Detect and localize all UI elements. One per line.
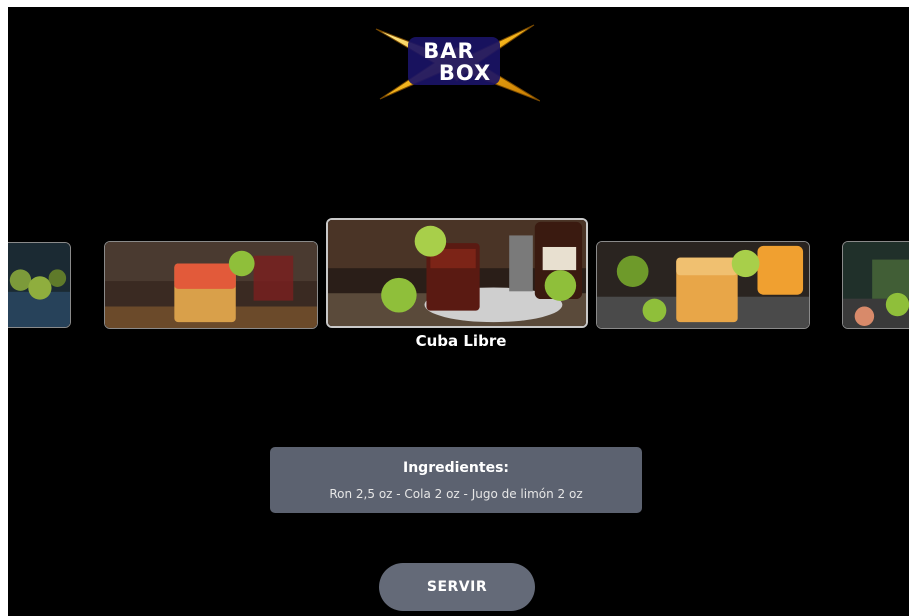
ingredients-list: Ron 2,5 oz - Cola 2 oz - Jugo de limón 2…: [329, 487, 583, 501]
drink-card-right[interactable]: [596, 241, 810, 329]
drink-photo-sunrise: [105, 242, 317, 328]
ingredients-title: Ingredientes:: [403, 460, 509, 476]
drink-photo-cuba-libre: [328, 220, 586, 326]
logo-text-bar: BAR: [423, 39, 475, 63]
serve-button[interactable]: SERVIR: [379, 563, 535, 611]
drink-card-far-left[interactable]: [8, 242, 71, 328]
drink-photo-orange: [597, 242, 809, 328]
app-screen: BAR BOX Cuba Libre Ingredientes: Ron 2,5…: [8, 7, 909, 616]
logo-text-box: BOX: [438, 61, 492, 85]
ingredients-panel: Ingredientes: Ron 2,5 oz - Cola 2 oz - J…: [270, 447, 642, 513]
drink-card-selected[interactable]: [326, 218, 588, 328]
selected-drink-name: Cuba Libre: [415, 332, 507, 350]
barbox-logo: BAR BOX: [374, 21, 540, 103]
drink-card-left[interactable]: [104, 241, 318, 329]
drink-photo-limes: [8, 243, 70, 327]
drink-photo-green: [843, 242, 909, 328]
drink-card-far-right[interactable]: [842, 241, 909, 329]
